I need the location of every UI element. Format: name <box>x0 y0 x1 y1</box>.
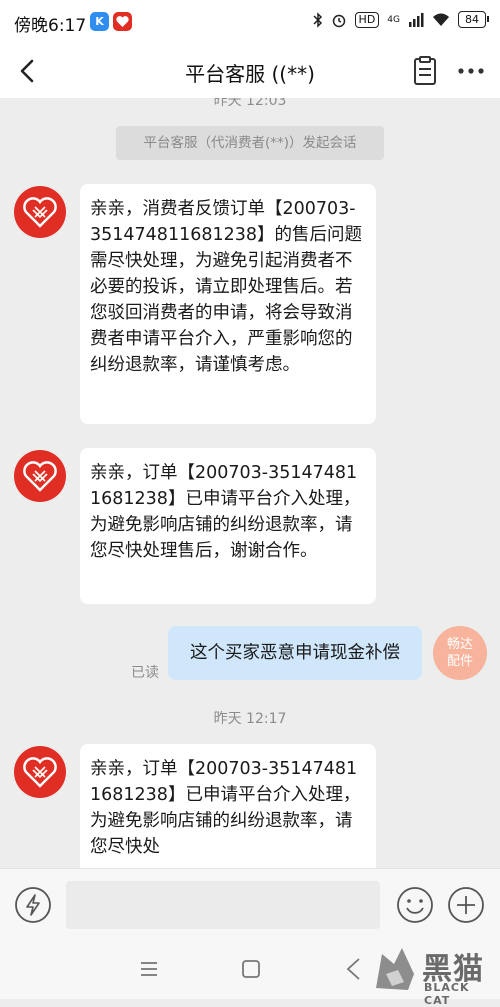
battery-indicator: 84 <box>458 11 489 28</box>
hd-badge: HD <box>354 11 380 28</box>
message-bubble: 亲亲，消费者反馈订单【200703-351474811681238】的售后问题需… <box>80 184 376 424</box>
status-bar: 傍晚6:17 K HD 4G 84 <box>0 0 500 44</box>
watermark-en: BLACK CAT <box>424 981 470 1007</box>
message-input[interactable] <box>66 881 380 929</box>
voice-icon[interactable] <box>14 886 52 924</box>
app-notification-icon: K <box>90 12 109 31</box>
pinduoduo-notification-icon <box>113 12 132 31</box>
pinduoduo-logo-icon <box>23 461 57 492</box>
avatar[interactable] <box>14 746 66 798</box>
avatar[interactable] <box>14 450 66 502</box>
message-bubble: 亲亲，订单【200703-351474811681238】已申请平台介入处理，为… <box>80 448 376 604</box>
home-icon[interactable] <box>240 958 262 980</box>
agent-name-line2: 配件 <box>446 654 473 669</box>
chat-header: 平台客服 ((**) <box>0 44 500 98</box>
status-time: 傍晚6:17 <box>14 16 87 36</box>
menu-icon[interactable] <box>138 958 160 980</box>
outgoing-message-bubble: 这个买家恶意申请现金补偿 <box>168 626 422 680</box>
read-status: 已读 <box>131 665 159 681</box>
signal-icon <box>409 12 424 27</box>
timestamp-top-clip: 昨天 12:03 <box>0 98 500 110</box>
status-right-group: HD 4G 84 <box>313 11 489 28</box>
emoji-icon[interactable] <box>396 886 434 924</box>
timestamp-top: 昨天 12:03 <box>213 98 287 109</box>
more-icon[interactable] <box>455 56 487 86</box>
wifi-icon <box>433 13 449 26</box>
system-notice: 平台客服（代消费者(**)）发起会话 <box>116 126 384 160</box>
avatar[interactable] <box>14 186 66 238</box>
agent-avatar[interactable]: 畅达 配件 <box>433 626 487 680</box>
pinduoduo-logo-icon <box>23 197 57 228</box>
input-bar <box>0 868 500 941</box>
triangle-back-icon[interactable] <box>342 956 364 982</box>
pinduoduo-logo-icon <box>23 757 57 788</box>
agent-name-line1: 畅达 <box>446 637 473 652</box>
document-icon[interactable] <box>410 55 440 87</box>
plus-icon[interactable] <box>447 886 485 924</box>
alarm-icon <box>332 14 345 27</box>
timestamp-mid: 昨天 12:17 <box>213 711 287 727</box>
bluetooth-icon <box>313 11 322 28</box>
network-type: 4G <box>387 14 400 25</box>
